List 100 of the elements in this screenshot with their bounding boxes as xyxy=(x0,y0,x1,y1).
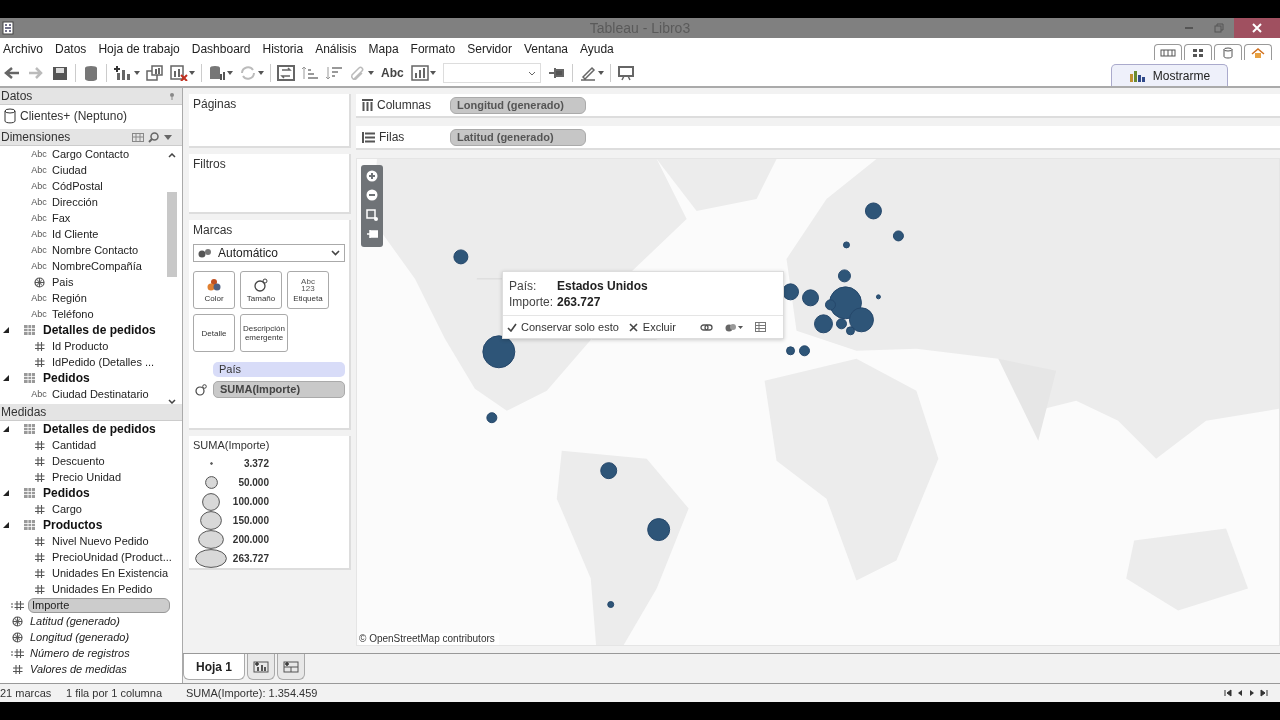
previous-page-icon[interactable] xyxy=(1236,689,1244,697)
field-item[interactable]: NombreCompañía xyxy=(50,260,144,272)
menu-item[interactable]: Formato xyxy=(404,39,462,59)
label-button[interactable]: Abc 123 Etiqueta xyxy=(287,271,329,309)
group-icon[interactable] xyxy=(724,322,743,332)
data-point[interactable] xyxy=(825,299,836,311)
data-point[interactable] xyxy=(647,518,671,542)
field-item[interactable]: Ciudad xyxy=(50,164,89,176)
field-item[interactable]: Importe xyxy=(28,597,170,613)
swap-button[interactable] xyxy=(274,62,298,84)
detail-button[interactable]: Detalle xyxy=(193,314,235,352)
view-tab[interactable] xyxy=(1214,44,1242,60)
group-label[interactable]: Detalles de pedidos xyxy=(43,323,156,337)
field-item[interactable]: Valores de medidas xyxy=(28,663,129,675)
data-point[interactable] xyxy=(842,241,850,249)
type-label: Abc xyxy=(31,213,47,223)
menu-item[interactable]: Hoja de trabajo xyxy=(92,39,186,59)
clear-sheet-button[interactable] xyxy=(167,62,198,84)
data-point[interactable] xyxy=(802,289,819,307)
new-dashboard-button[interactable] xyxy=(277,654,305,680)
field-item[interactable]: Región xyxy=(50,292,89,304)
keep-button[interactable]: Conservar solo esto xyxy=(507,321,619,333)
data-point[interactable] xyxy=(848,307,874,333)
data-point[interactable] xyxy=(600,462,618,480)
show-me-button[interactable]: Mostrarme xyxy=(1111,64,1228,86)
new-worksheet-button[interactable] xyxy=(247,654,275,680)
data-point[interactable] xyxy=(799,345,810,357)
menu-item[interactable]: Servidor xyxy=(461,39,518,59)
field-item[interactable]: Fax xyxy=(50,212,73,224)
field-item[interactable]: Precio Unidad xyxy=(50,471,124,483)
field-item[interactable]: Nivel Nuevo Pedido xyxy=(50,535,151,547)
field-pill[interactable]: Latitud (generado) xyxy=(450,128,586,146)
data-point[interactable] xyxy=(453,249,469,265)
data-point[interactable] xyxy=(814,314,833,334)
menu-item[interactable]: Historia xyxy=(256,39,310,59)
color-button[interactable]: Color xyxy=(193,271,235,309)
field-item[interactable]: IdPedido (Detalles ... xyxy=(50,356,157,368)
sheet-tab[interactable]: Hoja 1 xyxy=(183,654,245,680)
field-pill[interactable]: Longitud (generado) xyxy=(450,96,586,114)
field-item[interactable]: Nombre Contacto xyxy=(50,244,141,256)
last-page-icon[interactable] xyxy=(1260,689,1268,697)
menu-item[interactable]: Ventana xyxy=(517,39,574,59)
field-item[interactable]: Id Cliente xyxy=(50,228,101,240)
field-item[interactable]: Cargo xyxy=(50,503,84,515)
field-item[interactable]: Id Producto xyxy=(50,340,111,352)
close-button[interactable] xyxy=(1234,18,1280,38)
view-tab[interactable] xyxy=(1244,44,1272,60)
data-point[interactable] xyxy=(836,318,847,330)
size-button[interactable]: Tamaño xyxy=(240,271,282,309)
data-point[interactable] xyxy=(782,283,799,301)
menu-item[interactable]: Archivo xyxy=(0,39,49,59)
field-item[interactable]: Unidades En Pedido xyxy=(50,583,155,595)
data-point[interactable] xyxy=(864,202,882,220)
group-label[interactable]: Detalles de pedidos xyxy=(43,422,156,436)
field-item[interactable]: Descuento xyxy=(50,455,107,467)
data-point[interactable] xyxy=(486,412,498,424)
data-point[interactable] xyxy=(482,335,516,369)
menu-item[interactable]: Dashboard xyxy=(185,39,257,59)
zoom-in-button[interactable] xyxy=(366,169,378,184)
field-item[interactable]: Unidades En Existencia xyxy=(50,567,171,579)
data-point[interactable] xyxy=(845,326,855,336)
zoom-area-button[interactable] xyxy=(366,208,378,223)
field-item[interactable]: Cargo Contacto xyxy=(50,148,132,160)
first-page-icon[interactable] xyxy=(1224,689,1232,697)
scrollbar-thumb[interactable] xyxy=(167,192,177,277)
exclude-button[interactable]: Excluir xyxy=(628,321,676,333)
view-tab[interactable] xyxy=(1184,44,1212,60)
field-item[interactable]: CódPostal xyxy=(50,180,105,192)
field-item[interactable]: Cantidad xyxy=(50,439,99,451)
tooltip-button[interactable]: Descripción emergente xyxy=(240,314,288,352)
menu-item[interactable]: Ayuda xyxy=(574,39,620,59)
data-point[interactable] xyxy=(786,346,796,356)
text-label-button[interactable]: Abc xyxy=(377,66,408,80)
table-icon[interactable] xyxy=(754,322,766,332)
field-item[interactable]: Pais xyxy=(50,276,76,288)
field-item[interactable]: Ciudad Destinatario xyxy=(50,388,151,400)
field-item[interactable]: Latitud (generado) xyxy=(28,615,122,627)
group-label[interactable]: Pedidos xyxy=(43,486,90,500)
next-page-icon[interactable] xyxy=(1248,689,1256,697)
data-point[interactable] xyxy=(838,269,851,283)
data-point[interactable] xyxy=(892,230,904,242)
data-point[interactable] xyxy=(875,294,881,300)
field-item[interactable]: PrecioUnidad (Product... xyxy=(50,551,174,563)
field-pill[interactable]: SUMA(Importe) xyxy=(213,381,345,398)
group-label[interactable]: Productos xyxy=(43,518,103,532)
view-tab[interactable] xyxy=(1154,44,1182,60)
data-point[interactable] xyxy=(607,601,615,608)
field-item[interactable]: Dirección xyxy=(50,196,100,208)
data-source-name[interactable]: Clientes+ (Neptuno) xyxy=(20,109,128,123)
menu-item[interactable]: Datos xyxy=(49,39,93,59)
link-icon[interactable] xyxy=(699,322,713,332)
field-item[interactable]: Número de registros xyxy=(28,647,132,659)
field-item[interactable]: Longitud (generado) xyxy=(28,631,132,643)
menu-item[interactable]: Mapa xyxy=(362,39,405,59)
chevron-up-icon xyxy=(168,153,176,158)
field-item[interactable]: Teléfono xyxy=(50,308,96,320)
group-label[interactable]: Pedidos xyxy=(43,371,90,385)
menu-item[interactable]: Análisis xyxy=(309,39,363,59)
field-pill[interactable]: País xyxy=(213,362,345,377)
mark-type-dropdown[interactable]: Automático xyxy=(193,244,345,262)
